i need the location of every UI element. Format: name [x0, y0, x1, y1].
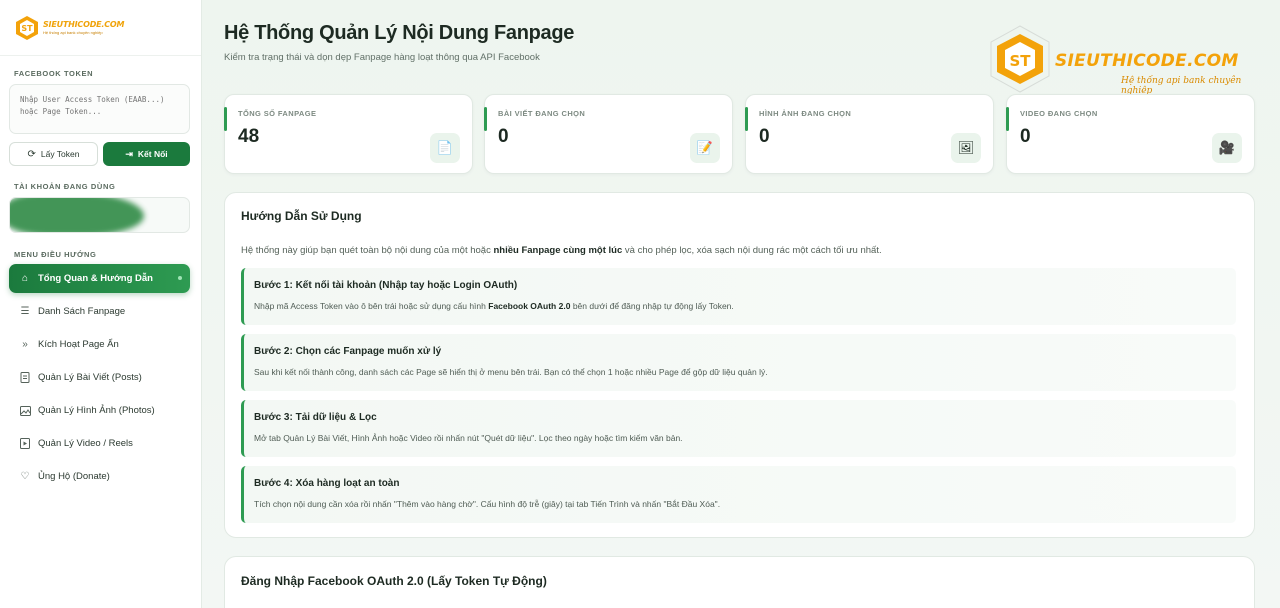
stat-value: 48 — [238, 126, 260, 147]
get-token-label: Lấy Token — [40, 149, 80, 159]
stat-value: 0 — [1020, 126, 1031, 147]
document-icon — [19, 372, 31, 384]
stat-accent-bar — [484, 107, 487, 131]
token-input[interactable] — [9, 84, 190, 134]
guide-step-2: Bước 2: Chọn các Fanpage muốn xử lý Sau … — [241, 334, 1236, 391]
camera-icon: 🎥 — [1212, 133, 1242, 163]
list-icon: ☰ — [20, 306, 30, 317]
usage-guide: Hướng Dẫn Sử Dụng Hệ thống này giúp bạn … — [224, 192, 1255, 538]
step-desc-emphasis: Facebook OAuth 2.0 — [488, 301, 571, 311]
oauth-section: Đăng Nhập Facebook OAuth 2.0 (Lấy Token … — [224, 556, 1255, 608]
step-desc-text: Nhập mã Access Token vào ô bên trái hoặc… — [254, 301, 486, 311]
stat-label: HÌNH ẢNH ĐANG CHỌN — [759, 109, 852, 118]
sidebar: ST SIEUTHICODE.COM Hệ thống api bank chu… — [0, 0, 202, 608]
sidebar-item-label: Kích Hoạt Page Ẩn — [38, 339, 119, 350]
sidebar-logo[interactable]: ST SIEUTHICODE.COM Hệ thống api bank chu… — [0, 0, 201, 56]
account-redacted — [10, 198, 144, 232]
brand-logo-icon: ST — [16, 15, 38, 40]
guide-step-4: Bước 4: Xóa hàng loạt an toàn Tích chọn … — [241, 466, 1236, 523]
stat-value: 0 — [759, 126, 770, 147]
guide-intro: Hệ thống này giúp bạn quét toàn bộ nội d… — [241, 245, 882, 256]
memo-icon: 📝 — [690, 133, 720, 163]
main-content: Hệ Thống Quản Lý Nội Dung Fanpage Kiểm t… — [202, 0, 1280, 608]
brand-title: SIEUTHICODE.COM — [43, 20, 125, 29]
stat-value: 0 — [498, 126, 509, 147]
picture-icon: 🖼 — [951, 133, 981, 163]
stat-label: BÀI VIẾT ĐANG CHỌN — [498, 109, 586, 118]
stat-accent-bar — [745, 107, 748, 131]
brand-banner-logo-icon: ST — [990, 25, 1050, 93]
sidebar-nav: ⌂ Tổng Quan & Hướng Dẫn ☰ Danh Sách Fanp… — [9, 264, 190, 495]
svg-text:ST: ST — [21, 24, 33, 33]
sidebar-item-fanpage-list[interactable]: ☰ Danh Sách Fanpage — [9, 297, 190, 326]
account-section-label: TÀI KHOẢN ĐANG DÙNG — [14, 182, 116, 191]
sidebar-item-overview[interactable]: ⌂ Tổng Quan & Hướng Dẫn — [9, 264, 190, 293]
sidebar-item-label: Quản Lý Video / Reels — [38, 438, 133, 449]
sidebar-item-label: Quản Lý Bài Viết (Posts) — [38, 372, 142, 383]
guide-step-1: Bước 1: Kết nối tài khoản (Nhập tay hoặc… — [241, 268, 1236, 325]
heart-icon: ♡ — [20, 471, 30, 482]
sidebar-item-label: Tổng Quan & Hướng Dẫn — [38, 273, 153, 284]
brand-subtitle: Hệ thống api bank chuyên nghiệp — [43, 30, 103, 35]
get-token-button[interactable]: ⟳ Lấy Token — [9, 142, 98, 166]
refresh-icon: ⟳ — [27, 148, 36, 160]
step-description: Nhập mã Access Token vào ô bên trái hoặc… — [254, 301, 734, 311]
connect-button[interactable]: ⇥ Kết Nối — [103, 142, 190, 166]
guide-intro-text: và cho phép lọc, xóa sạch nội dung rác m… — [624, 245, 882, 256]
stat-card-posts: BÀI VIẾT ĐANG CHỌN 0 📝 — [484, 94, 733, 174]
sidebar-item-donate[interactable]: ♡ Ủng Hộ (Donate) — [9, 462, 190, 491]
step-description: Mở tab Quản Lý Bài Viết, Hình Ảnh hoặc V… — [254, 433, 683, 443]
stat-label: VIDEO ĐANG CHỌN — [1020, 109, 1098, 118]
image-icon — [19, 405, 31, 417]
guide-intro-text: Hệ thống này giúp bạn quét toàn bộ nội d… — [241, 245, 491, 256]
login-icon: ⇥ — [125, 148, 133, 159]
active-indicator — [178, 276, 182, 280]
connect-label: Kết Nối — [137, 149, 168, 159]
step-description: Tích chọn nội dung cần xóa rồi nhấn "Thê… — [254, 499, 721, 509]
stat-card-videos: VIDEO ĐANG CHỌN 0 🎥 — [1006, 94, 1255, 174]
sidebar-item-posts[interactable]: Quản Lý Bài Viết (Posts) — [9, 363, 190, 392]
step-title: Bước 2: Chọn các Fanpage muốn xử lý — [254, 346, 442, 357]
step-title: Bước 3: Tải dữ liệu & Lọc — [254, 412, 377, 423]
sidebar-item-label: Danh Sách Fanpage — [38, 306, 126, 317]
step-description: Sau khi kết nối thành công, danh sách cá… — [254, 367, 768, 377]
guide-step-3: Bước 3: Tải dữ liệu & Lọc Mở tab Quản Lý… — [241, 400, 1236, 457]
home-icon: ⌂ — [21, 273, 29, 284]
brand-banner-tagline: Hệ thống api bank chuyên nghiệp — [1121, 76, 1242, 96]
page-title: Hệ Thống Quản Lý Nội Dung Fanpage — [224, 22, 575, 44]
video-icon — [19, 438, 31, 450]
stat-card-photos: HÌNH ẢNH ĐANG CHỌN 0 🖼 — [745, 94, 994, 174]
step-title: Bước 4: Xóa hàng loạt an toàn — [254, 478, 400, 489]
stat-card-total-fanpage: TỔNG SỐ FANPAGE 48 📄 — [224, 94, 473, 174]
sidebar-item-hidden-pages[interactable]: » Kích Hoạt Page Ẩn — [9, 330, 190, 359]
step-desc-text: bên dưới để đăng nhập tự động lấy Token. — [572, 301, 734, 311]
page-subtitle: Kiểm tra trạng thái và dọn dẹp Fanpage h… — [224, 52, 540, 63]
stat-accent-bar — [224, 107, 227, 131]
menu-section-label: MENU ĐIỀU HƯỚNG — [14, 250, 97, 259]
token-section-label: FACEBOOK TOKEN — [14, 69, 94, 78]
brand-banner-name: SIEUTHICODE.COM — [1055, 51, 1239, 71]
guide-title: Hướng Dẫn Sử Dụng — [241, 209, 362, 223]
guide-intro-emphasis: nhiều Fanpage cùng một lúc — [493, 245, 623, 256]
double-chevron-icon: » — [22, 339, 28, 350]
stat-label: TỔNG SỐ FANPAGE — [238, 109, 317, 118]
sidebar-item-photos[interactable]: Quản Lý Hình Ảnh (Photos) — [9, 396, 190, 425]
stat-accent-bar — [1006, 107, 1009, 131]
brand-banner: ST SIEUTHICODE.COM Hệ thống api bank chu… — [985, 24, 1275, 96]
oauth-title: Đăng Nhập Facebook OAuth 2.0 (Lấy Token … — [241, 574, 547, 588]
page-icon: 📄 — [430, 133, 460, 163]
sidebar-item-label: Quản Lý Hình Ảnh (Photos) — [38, 405, 155, 416]
sidebar-item-label: Ủng Hộ (Donate) — [38, 471, 110, 482]
svg-text:ST: ST — [1009, 52, 1031, 70]
sidebar-item-videos[interactable]: Quản Lý Video / Reels — [9, 429, 190, 458]
current-account — [9, 197, 190, 233]
step-title: Bước 1: Kết nối tài khoản (Nhập tay hoặc… — [254, 280, 518, 291]
